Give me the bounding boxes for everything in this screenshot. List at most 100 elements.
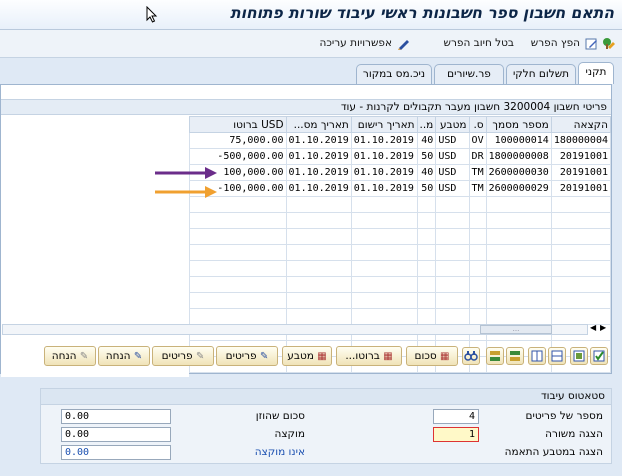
table-cell[interactable] <box>189 276 287 293</box>
table-cell[interactable] <box>435 212 470 229</box>
column-header[interactable]: הקצאה <box>550 116 612 133</box>
table-cell[interactable] <box>189 260 287 277</box>
table-cell[interactable]: 01.10.2019 <box>350 164 418 181</box>
discount-deactivate-button[interactable]: ✎ הנחה <box>44 346 96 366</box>
table-cell[interactable] <box>485 196 552 213</box>
table-cell[interactable]: 01.10.2019 <box>285 164 352 181</box>
table-cell[interactable] <box>435 244 470 261</box>
sort-descending-icon[interactable] <box>486 347 504 365</box>
table-cell[interactable] <box>189 212 287 229</box>
table-cell[interactable] <box>189 228 287 245</box>
table-cell[interactable] <box>550 244 612 261</box>
currency-button[interactable]: ▦ מטבע <box>282 346 332 366</box>
sort-ascending-icon[interactable] <box>506 347 524 365</box>
table-cell[interactable]: 75,000.00 <box>189 132 287 149</box>
table-cell[interactable] <box>285 228 352 245</box>
table-cell[interactable] <box>485 228 552 245</box>
table-cell[interactable] <box>350 196 418 213</box>
table-cell[interactable]: 40 <box>416 164 437 181</box>
table-cell[interactable] <box>485 212 552 229</box>
table-cell[interactable] <box>468 260 487 277</box>
table-cell[interactable] <box>285 196 352 213</box>
table-cell[interactable] <box>416 228 437 245</box>
table-cell[interactable]: USD <box>435 132 470 149</box>
table-cell[interactable] <box>435 276 470 293</box>
empty-row[interactable] <box>189 292 612 309</box>
table-cell[interactable]: 50 <box>416 180 437 197</box>
column-header[interactable]: מ.. <box>416 116 437 133</box>
table-cell[interactable] <box>468 196 487 213</box>
table-cell[interactable] <box>435 292 470 309</box>
tree-icon[interactable] <box>602 37 616 50</box>
table-cell[interactable] <box>416 196 437 213</box>
cancel-difference-button[interactable]: בטל חיוב הפרש <box>444 37 514 49</box>
table-cell[interactable] <box>550 196 612 213</box>
column-header[interactable]: תאריך מס... <box>285 116 352 133</box>
table-cell[interactable] <box>468 292 487 309</box>
deselect-all-icon[interactable] <box>570 347 588 365</box>
row-display-input[interactable]: 1 <box>433 427 479 442</box>
scroll-right-icon[interactable]: ▶ <box>600 323 606 332</box>
table-cell[interactable]: TM <box>468 180 487 197</box>
discount-activate-button[interactable]: ✎ הנחה <box>98 346 150 366</box>
table-cell[interactable]: OV <box>468 132 487 149</box>
table-cell[interactable]: 20191001 <box>550 180 612 197</box>
table-cell[interactable]: USD <box>435 180 470 197</box>
table-cell[interactable] <box>416 212 437 229</box>
table-cell[interactable] <box>485 292 552 309</box>
table-cell[interactable]: USD <box>435 148 470 165</box>
table-cell[interactable] <box>416 276 437 293</box>
table-cell[interactable] <box>285 244 352 261</box>
tab-standard[interactable]: תקני <box>578 62 614 84</box>
table-cell[interactable]: 01.10.2019 <box>350 132 418 149</box>
table-cell[interactable]: 40 <box>416 132 437 149</box>
column-header[interactable]: מספר מסמך <box>485 116 552 133</box>
table-cell[interactable] <box>550 212 612 229</box>
find-icon[interactable] <box>462 347 480 365</box>
table-cell[interactable]: 01.10.2019 <box>350 180 418 197</box>
select-block-icon[interactable] <box>548 347 566 365</box>
table-cell[interactable]: 01.10.2019 <box>285 148 352 165</box>
table-cell[interactable] <box>350 260 418 277</box>
table-cell[interactable] <box>468 212 487 229</box>
table-cell[interactable]: TM <box>468 164 487 181</box>
table-cell[interactable] <box>468 244 487 261</box>
table-cell[interactable]: 1800000008 <box>485 148 552 165</box>
table-cell[interactable] <box>350 244 418 261</box>
table-cell[interactable]: USD <box>435 164 470 181</box>
pencil-toolbar-icon[interactable] <box>585 37 598 50</box>
table-cell[interactable]: 01.10.2019 <box>350 148 418 165</box>
select-range-icon[interactable] <box>528 347 546 365</box>
table-cell[interactable]: 100000014 <box>485 132 552 149</box>
empty-row[interactable] <box>189 196 612 213</box>
table-cell[interactable]: 20191001 <box>550 164 612 181</box>
table-cell[interactable]: -500,000.00 <box>189 148 287 165</box>
table-row[interactable]: 20191001 2600000030 TM USD 40 01.10.2019 01.10… <box>189 164 612 181</box>
table-cell[interactable] <box>435 228 470 245</box>
empty-row[interactable] <box>189 228 612 245</box>
column-header[interactable]: תאריך רישום <box>350 116 418 133</box>
items-deactivate-button[interactable]: ✎ פריטים <box>152 346 214 366</box>
table-cell[interactable] <box>416 244 437 261</box>
table-cell[interactable] <box>550 292 612 309</box>
table-cell[interactable] <box>435 196 470 213</box>
table-cell[interactable] <box>435 260 470 277</box>
table-cell[interactable] <box>285 260 352 277</box>
table-cell[interactable]: 2600000029 <box>485 180 552 197</box>
table-row[interactable]: 20191001 1800000008 DR USD 50 01.10.2019 01.10… <box>189 148 612 165</box>
scrollbar-thumb[interactable]: ... <box>480 325 552 334</box>
tab-withholding-tax[interactable]: ניכ.מס במקור <box>356 64 432 84</box>
tab-partial-payment[interactable]: תשלום חלקי <box>506 64 576 84</box>
gross-button[interactable]: ▦ ברוטו... <box>336 346 402 366</box>
table-cell[interactable] <box>468 276 487 293</box>
items-activate-button[interactable]: ✎ פריטים <box>216 346 278 366</box>
empty-row[interactable] <box>189 276 612 293</box>
table-cell[interactable]: DR <box>468 148 487 165</box>
empty-row[interactable] <box>189 244 612 261</box>
table-cell[interactable] <box>350 276 418 293</box>
table-cell[interactable]: 50 <box>416 148 437 165</box>
table-cell[interactable] <box>550 276 612 293</box>
tab-residuals[interactable]: פר.שיורים <box>434 64 504 84</box>
table-cell[interactable]: 180000004 <box>550 132 612 149</box>
table-cell[interactable] <box>416 292 437 309</box>
